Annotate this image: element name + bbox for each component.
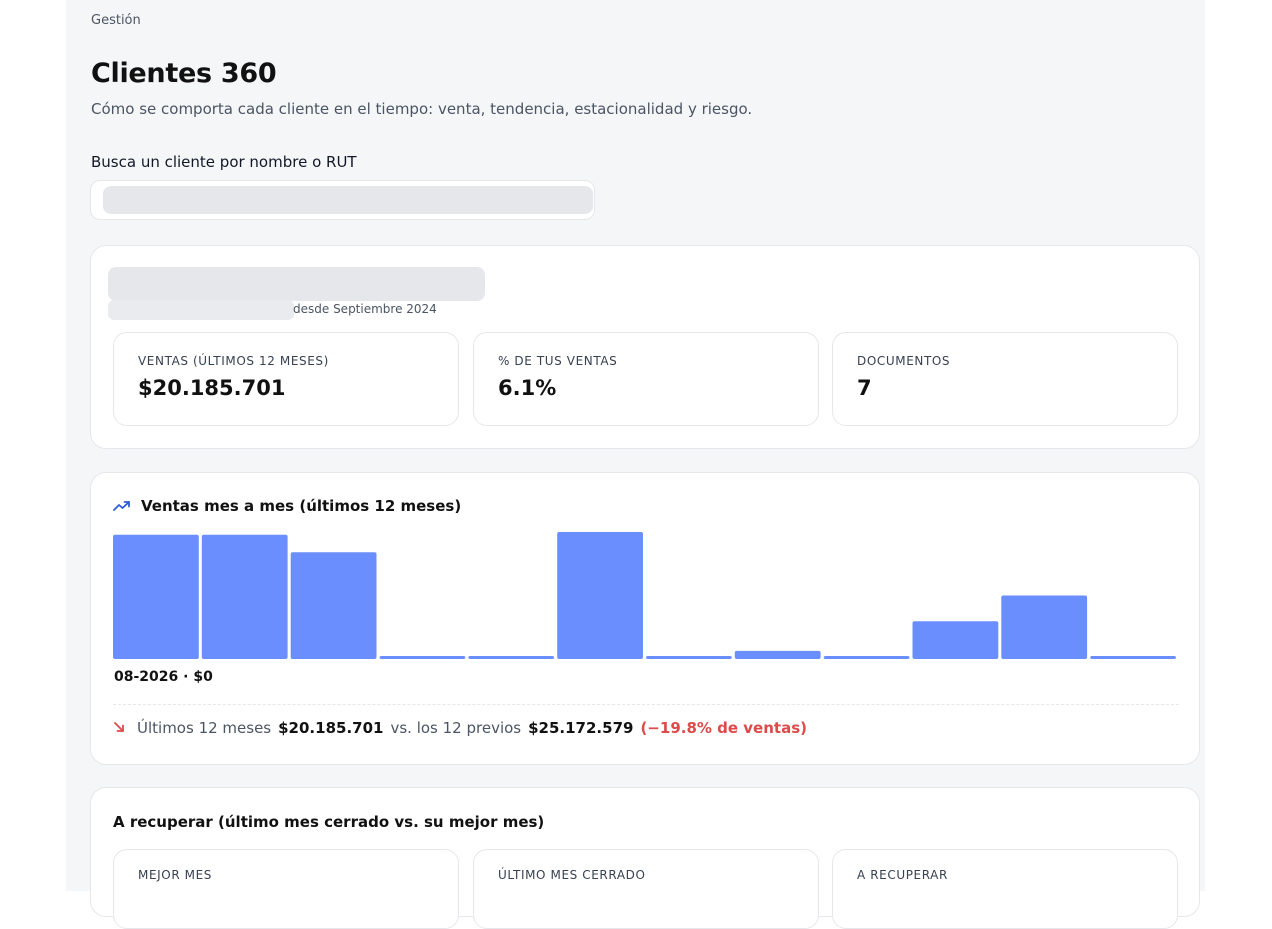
chart-divider: [113, 704, 1179, 705]
kpi-label: VENTAS (ÚLTIMOS 12 MESES): [138, 354, 329, 368]
kpi-label: DOCUMENTOS: [857, 354, 951, 368]
chart-bar[interactable]: [1090, 656, 1176, 659]
sales-comparison: Últimos 12 meses $20.185.701 vs. los 12 …: [113, 719, 807, 737]
chart-bar[interactable]: [290, 552, 377, 659]
comparison-value-prev: $25.172.579: [528, 719, 634, 737]
chart-bar[interactable]: [1001, 595, 1088, 660]
comparison-label-last: Últimos 12 meses: [137, 719, 272, 737]
chart-bar[interactable]: [468, 656, 555, 659]
kpi-card-to-recover: A RECUPERAR: [832, 849, 1178, 929]
breadcrumb[interactable]: Gestión: [91, 13, 141, 28]
chart-bar[interactable]: [734, 650, 821, 659]
page-title: Clientes 360: [91, 58, 277, 89]
page-subtitle: Cómo se comporta cada cliente en el tiem…: [91, 100, 753, 118]
kpi-value: $20.185.701: [138, 376, 286, 400]
kpi-label: A RECUPERAR: [857, 868, 948, 882]
comparison-delta: (−19.8% de ventas): [640, 719, 807, 737]
chart-bar[interactable]: [646, 656, 732, 659]
chart-bar[interactable]: [912, 621, 999, 659]
search-box: [90, 180, 595, 220]
search-input[interactable]: [103, 186, 593, 214]
kpi-card-sales: VENTAS (ÚLTIMOS 12 MESES) $20.185.701: [113, 332, 459, 426]
kpi-label: MEJOR MES: [138, 868, 213, 882]
chart-bar[interactable]: [379, 656, 466, 659]
chart-caption: 08-2026 · $0: [114, 669, 213, 685]
recover-title: A recuperar (último mes cerrado vs. su m…: [113, 813, 545, 831]
recover-card: A recuperar (último mes cerrado vs. su m…: [90, 787, 1200, 929]
kpi-label: % DE TUS VENTAS: [498, 354, 618, 368]
chart-bar[interactable]: [201, 534, 288, 659]
chart-bar[interactable]: [557, 532, 643, 659]
sales-chart-card: Ventas mes a mes (últimos 12 meses) 08-2…: [90, 472, 1200, 765]
search-label: Busca un cliente por nombre o RUT: [91, 153, 357, 171]
comparison-value-last: $20.185.701: [278, 719, 384, 737]
client-since: desde Septiembre 2024: [293, 302, 437, 316]
chart-header: Ventas mes a mes (últimos 12 meses): [113, 497, 461, 515]
kpi-card-last-closed-month: ÚLTIMO MES CERRADO: [473, 849, 819, 929]
chart-title: Ventas mes a mes (últimos 12 meses): [141, 497, 462, 515]
chart-bar[interactable]: [113, 534, 199, 659]
client-name-placeholder: [108, 267, 485, 301]
trending-up-icon: [113, 499, 131, 513]
kpi-label: ÚLTIMO MES CERRADO: [498, 868, 646, 882]
client-summary-card: desde Septiembre 2024 VENTAS (ÚLTIMOS 12…: [90, 245, 1200, 449]
kpi-value: 7: [857, 376, 872, 400]
sales-bar-chart: [113, 532, 1176, 660]
kpi-card-documents: DOCUMENTOS 7: [832, 332, 1178, 426]
trend-down-arrow-icon: [113, 719, 125, 737]
kpi-card-best-month: MEJOR MES: [113, 849, 459, 929]
comparison-label-prev: vs. los 12 previos: [390, 719, 522, 737]
kpi-card-share: % DE TUS VENTAS 6.1%: [473, 332, 819, 426]
chart-bar[interactable]: [823, 656, 910, 659]
client-rut-placeholder: [108, 300, 294, 320]
kpi-value: 6.1%: [498, 376, 557, 400]
